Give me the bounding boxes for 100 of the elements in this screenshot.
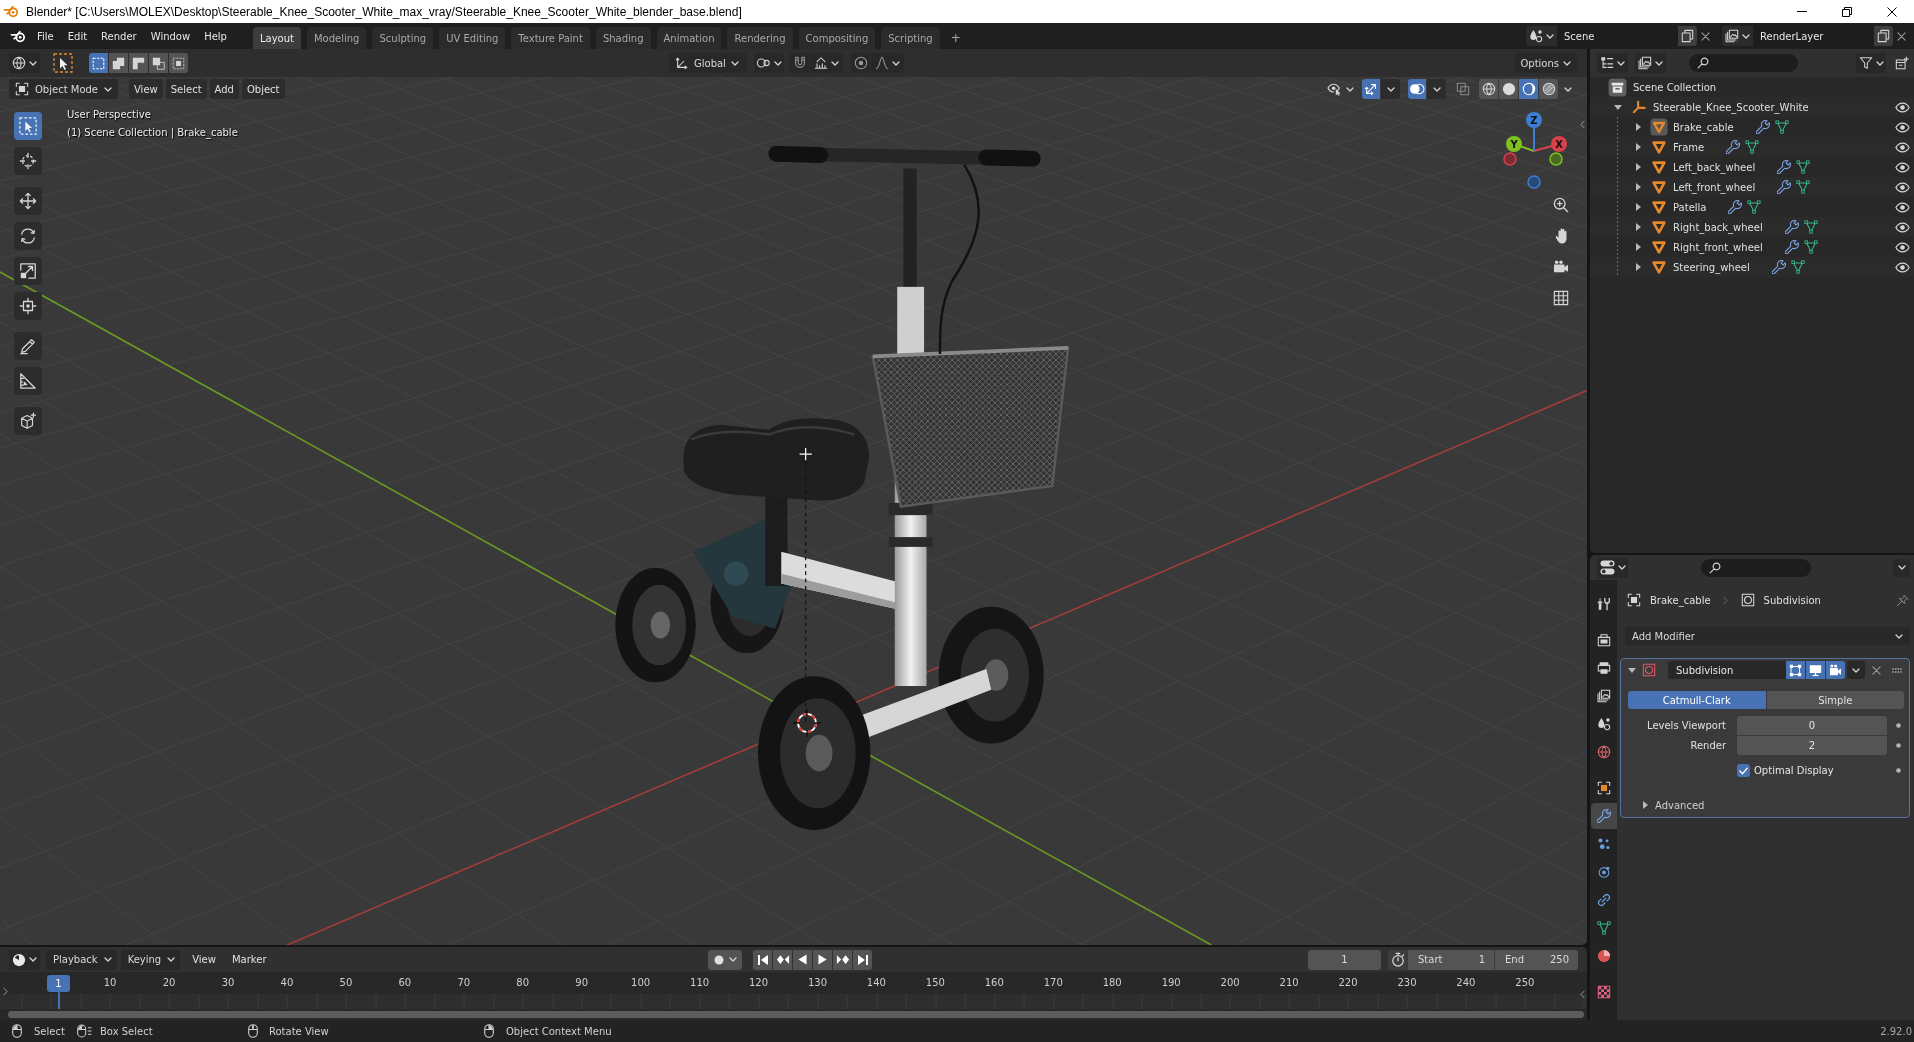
negative-axis-handle[interactable] bbox=[1503, 152, 1517, 166]
jump-to-start-button[interactable] bbox=[753, 949, 773, 970]
options-dropdown[interactable]: Options bbox=[1514, 53, 1577, 73]
overlay-toggle[interactable] bbox=[1408, 79, 1426, 99]
expand-arrow-icon[interactable] bbox=[1635, 143, 1641, 151]
workspace-tab[interactable]: Scripting bbox=[881, 27, 940, 49]
expand-arrow-icon[interactable] bbox=[1614, 104, 1622, 110]
search-field[interactable] bbox=[1701, 558, 1811, 577]
duplicate-button[interactable] bbox=[1874, 26, 1893, 46]
workspace-tab[interactable]: Rendering bbox=[727, 27, 793, 49]
eye-icon[interactable] bbox=[1895, 201, 1910, 213]
tool-button[interactable] bbox=[14, 112, 42, 140]
menu-item[interactable]: Render bbox=[95, 26, 143, 46]
pivot-dropdown[interactable] bbox=[754, 53, 784, 73]
add-modifier-dropdown[interactable]: Add Modifier bbox=[1625, 627, 1910, 645]
snap-target-dropdown[interactable] bbox=[810, 53, 843, 73]
vertex-triangle-icon[interactable] bbox=[1803, 220, 1818, 234]
jump-to-end-button[interactable] bbox=[853, 949, 873, 970]
orientation-dropdown[interactable]: Global bbox=[669, 53, 746, 73]
menu-item[interactable]: Object bbox=[241, 79, 285, 99]
eye-icon[interactable] bbox=[1895, 241, 1910, 253]
eye-icon[interactable] bbox=[1895, 261, 1910, 273]
workspace-tab[interactable]: Layout bbox=[252, 27, 301, 49]
wrench-icon[interactable] bbox=[1784, 220, 1799, 234]
tool-button[interactable] bbox=[14, 367, 42, 395]
end-frame-field[interactable]: End 250 bbox=[1494, 949, 1578, 970]
tool-button[interactable] bbox=[14, 187, 42, 215]
menu-item[interactable]: Window bbox=[144, 26, 197, 46]
menu-item[interactable]: Add bbox=[209, 79, 239, 99]
axis-handle[interactable]: X bbox=[1533, 136, 1567, 152]
dot-icon[interactable] bbox=[1896, 723, 1901, 728]
dot-icon[interactable] bbox=[1896, 768, 1901, 773]
workspace-tab[interactable]: Sculpting bbox=[372, 27, 434, 49]
shading-mode-button[interactable] bbox=[1479, 79, 1498, 99]
eye-icon[interactable] bbox=[1895, 121, 1910, 133]
wrench-icon[interactable] bbox=[1784, 240, 1799, 254]
eye-icon[interactable] bbox=[1895, 141, 1910, 153]
view-layer-browse-button[interactable] bbox=[1722, 26, 1753, 46]
eye-icon[interactable] bbox=[1895, 181, 1910, 193]
checkbox[interactable] bbox=[1737, 764, 1750, 777]
expand-arrow-icon[interactable] bbox=[1635, 263, 1641, 271]
editor-type-button[interactable] bbox=[1597, 53, 1628, 73]
vertex-triangle-icon[interactable] bbox=[1796, 180, 1811, 194]
tool-button[interactable] bbox=[14, 407, 42, 435]
active-tool-button[interactable] bbox=[52, 52, 73, 74]
tool-button[interactable] bbox=[14, 257, 42, 285]
menu-item[interactable]: File bbox=[31, 26, 60, 46]
negative-axis-handle[interactable] bbox=[1549, 152, 1563, 166]
auto-keying-toggle[interactable] bbox=[708, 949, 743, 970]
tool-button[interactable] bbox=[14, 292, 42, 320]
overlay-dropdown[interactable] bbox=[1427, 79, 1446, 99]
add-workspace-button[interactable]: + bbox=[947, 27, 964, 49]
snap-toggle[interactable] bbox=[790, 53, 809, 73]
wrench-icon[interactable] bbox=[1726, 140, 1741, 154]
display-mode-dropdown[interactable] bbox=[1635, 53, 1666, 73]
shading-mode-button[interactable] bbox=[1519, 79, 1538, 99]
menu-dropdown[interactable]: Keying bbox=[120, 949, 181, 970]
previous-keyframe-button[interactable] bbox=[773, 949, 793, 970]
negative-axis-handle[interactable] bbox=[1527, 175, 1541, 189]
menu-item[interactable]: Select bbox=[165, 79, 207, 99]
subpanel-header[interactable]: Advanced bbox=[1628, 797, 1904, 813]
workspace-tab[interactable]: Animation bbox=[656, 27, 722, 49]
viewport-toggle[interactable] bbox=[1806, 661, 1825, 679]
eye-icon[interactable] bbox=[1895, 221, 1910, 233]
selection-mode-button[interactable] bbox=[89, 53, 108, 73]
selection-mode-button[interactable] bbox=[149, 53, 168, 73]
expand-arrow-icon[interactable] bbox=[1635, 223, 1641, 231]
scene-browse-button[interactable] bbox=[1526, 26, 1557, 46]
menu-dropdown[interactable]: Playback bbox=[46, 949, 117, 970]
eye-icon[interactable] bbox=[1895, 101, 1910, 113]
expand-arrow-icon[interactable] bbox=[1635, 243, 1641, 251]
shading-mode-button[interactable] bbox=[1539, 79, 1558, 99]
mode-dropdown[interactable]: Object Mode bbox=[9, 79, 118, 99]
menu-item[interactable]: Help bbox=[198, 26, 233, 46]
vertex-triangle-icon[interactable] bbox=[1747, 200, 1762, 214]
workspace-tab[interactable]: UV Editing bbox=[439, 27, 506, 49]
pin-button[interactable] bbox=[1894, 592, 1910, 608]
selection-mode-button[interactable] bbox=[129, 53, 148, 73]
tool-button[interactable] bbox=[14, 147, 42, 175]
menu-item[interactable]: Marker bbox=[225, 949, 273, 970]
workspace-tab[interactable]: Compositing bbox=[798, 27, 876, 49]
vertex-triangle-icon[interactable] bbox=[1774, 120, 1789, 134]
expand-arrow-icon[interactable] bbox=[1635, 123, 1641, 131]
vertex-triangle-icon[interactable] bbox=[1745, 140, 1760, 154]
wrench-icon[interactable] bbox=[1755, 120, 1770, 134]
expand-arrow-icon[interactable] bbox=[1635, 203, 1641, 211]
modifier-name-field[interactable]: Subdivision bbox=[1668, 661, 1786, 679]
workspace-tab[interactable]: Shading bbox=[595, 27, 651, 49]
render-toggle[interactable] bbox=[1826, 661, 1845, 679]
editor-type-button[interactable] bbox=[9, 949, 40, 970]
editor-type-button[interactable] bbox=[1597, 557, 1628, 578]
filter-dropdown[interactable] bbox=[1856, 53, 1886, 73]
proportional-edit-toggle[interactable] bbox=[851, 53, 870, 73]
subdivision-type-button[interactable]: Catmull-Clark bbox=[1628, 691, 1766, 709]
tool-button[interactable] bbox=[14, 332, 42, 360]
workspace-tab[interactable]: Modeling bbox=[306, 27, 367, 49]
scrollbar[interactable] bbox=[8, 1011, 1584, 1018]
subdivision-type-button[interactable]: Simple bbox=[1766, 691, 1904, 709]
falloff-dropdown[interactable] bbox=[871, 53, 904, 73]
vertex-triangle-icon[interactable] bbox=[1803, 240, 1818, 254]
